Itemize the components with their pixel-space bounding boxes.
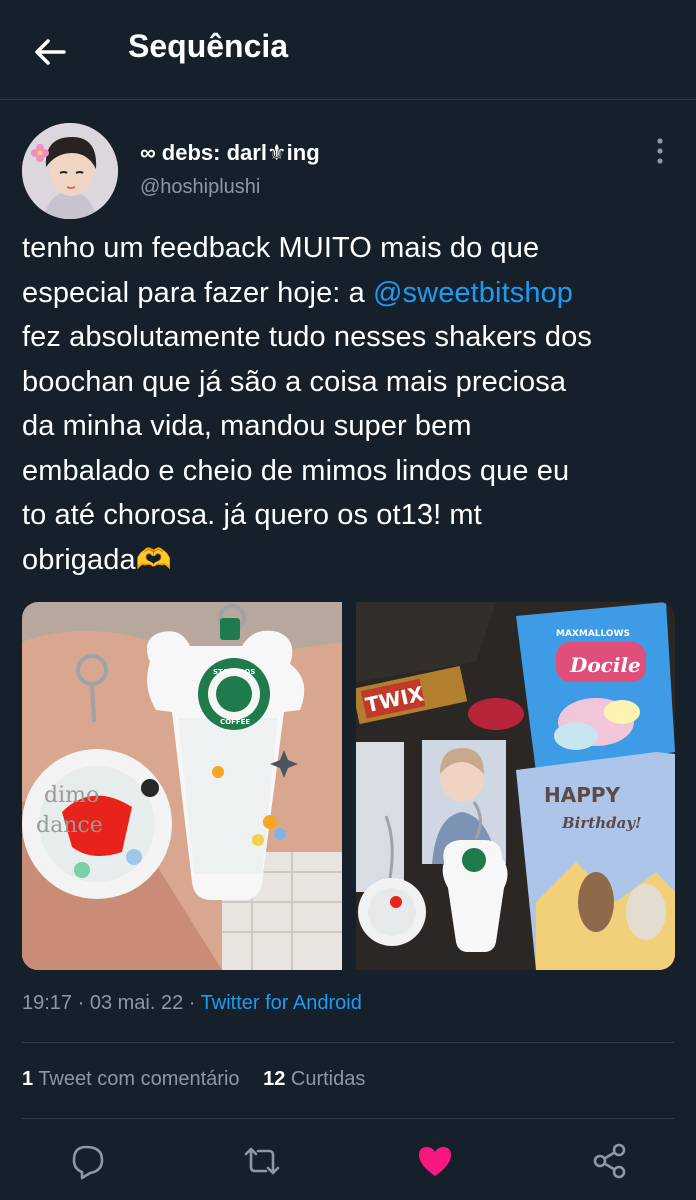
tweet-actions — [0, 1141, 696, 1185]
tweet-text-segment: tenho um feedback MUITO mais do que — [22, 232, 540, 264]
page-title: Sequência — [128, 28, 289, 64]
tweet-text-segment: especial para fazer hoje: a — [22, 276, 374, 309]
separator: · — [183, 992, 201, 1014]
tweet-date[interactable]: 03 mai. 22 — [90, 992, 183, 1014]
tweet-text-line: fez absolutamente tudo nesses shakers do… — [22, 315, 682, 360]
likes-link[interactable]: 12 Curtidas — [263, 1068, 365, 1090]
top-app-bar: Sequência — [0, 0, 696, 100]
retweet-icon — [244, 1147, 280, 1175]
charm-text-2: dance — [36, 813, 103, 838]
tweet-image-1[interactable]: dimo dance STARBOOS COFFEE — [22, 602, 342, 970]
separator: · — [72, 992, 90, 1014]
display-name[interactable]: ∞ debs: darl⚜ing — [140, 140, 320, 166]
tweet-time[interactable]: 19:17 — [22, 992, 72, 1014]
tweet-text-segment: obrigada🫶 — [22, 543, 172, 576]
bag-label: Docile — [569, 653, 641, 677]
charm-text-1: dimo — [44, 783, 99, 808]
badge-text: STARBOOS — [213, 668, 255, 676]
arrow-left-icon — [35, 39, 66, 65]
package-contents-photo: TWIX Docile MAXMALLOWS HAPPY Birthday! — [356, 602, 675, 970]
tweet-text-line: especial para fazer hoje: a @sweetbitsho… — [22, 271, 682, 316]
avatar[interactable] — [22, 123, 118, 219]
reply-icon — [72, 1145, 104, 1180]
shaker-charms-photo: dimo dance STARBOOS COFFEE — [22, 602, 342, 970]
user-handle[interactable]: @hoshiplushi — [140, 176, 260, 199]
card-line-1: HAPPY — [544, 783, 621, 807]
bag-top-label: MAXMALLOWS — [556, 629, 630, 639]
more-options-button[interactable] — [646, 134, 674, 168]
tweet-text-segment: embalado e cheio de mimos lindos que eu — [22, 454, 570, 487]
share-button[interactable] — [590, 1141, 630, 1181]
likes-label: Curtidas — [285, 1068, 366, 1090]
tweet-text-segment: to até chorosa. já quero os ot13! mt — [22, 499, 482, 531]
tweet-text-segment: fez absolutamente tudo nesses shakers do… — [22, 321, 592, 353]
tweet-timestamp: 19:17 · 03 mai. 22 · Twitter for Android — [22, 992, 362, 1015]
tweet-image-2[interactable]: TWIX Docile MAXMALLOWS HAPPY Birthday! — [356, 602, 675, 970]
tweet-text-line: tenho um feedback MUITO mais do que — [22, 226, 682, 271]
retweet-button[interactable] — [242, 1141, 282, 1181]
divider — [22, 1042, 674, 1043]
badge-text-bottom: COFFEE — [220, 718, 250, 726]
profile-photo — [22, 123, 118, 219]
tweet-text-line: embalado e cheio de mimos lindos que eu — [22, 449, 682, 494]
likes-count: 12 — [263, 1068, 286, 1090]
tweet-text: tenho um feedback MUITO mais do que espec… — [22, 226, 682, 582]
quote-tweets-link[interactable]: 1 Tweet com comentário — [22, 1068, 240, 1090]
divider — [22, 1118, 674, 1119]
share-icon — [593, 1143, 626, 1179]
quotes-label: Tweet com comentário — [33, 1068, 240, 1090]
tweet-stats: 1 Tweet com comentário 12 Curtidas — [22, 1068, 383, 1091]
tweet-text-segment: boochan que já são a coisa mais preciosa — [22, 365, 567, 398]
like-button[interactable] — [415, 1141, 455, 1181]
more-vertical-icon — [657, 138, 663, 164]
heart-icon — [419, 1147, 451, 1176]
tweet-text-line: boochan que já são a coisa mais preciosa — [22, 360, 682, 405]
tweet-text-line: obrigada🫶 — [22, 538, 682, 583]
mention-link[interactable]: @sweetbitshop — [373, 277, 573, 309]
tweet-text-line: to até chorosa. já quero os ot13! mt — [22, 493, 682, 538]
tweet-text-line: da minha vida, mandou super bem — [22, 404, 682, 449]
reply-button[interactable] — [68, 1141, 108, 1181]
back-button[interactable] — [30, 32, 70, 72]
quotes-count: 1 — [22, 1068, 34, 1090]
card-line-2: Birthday! — [561, 814, 642, 832]
source-app-link[interactable]: Twitter for Android — [201, 992, 362, 1014]
tweet-text-segment: da minha vida, mandou super bem — [22, 410, 472, 442]
